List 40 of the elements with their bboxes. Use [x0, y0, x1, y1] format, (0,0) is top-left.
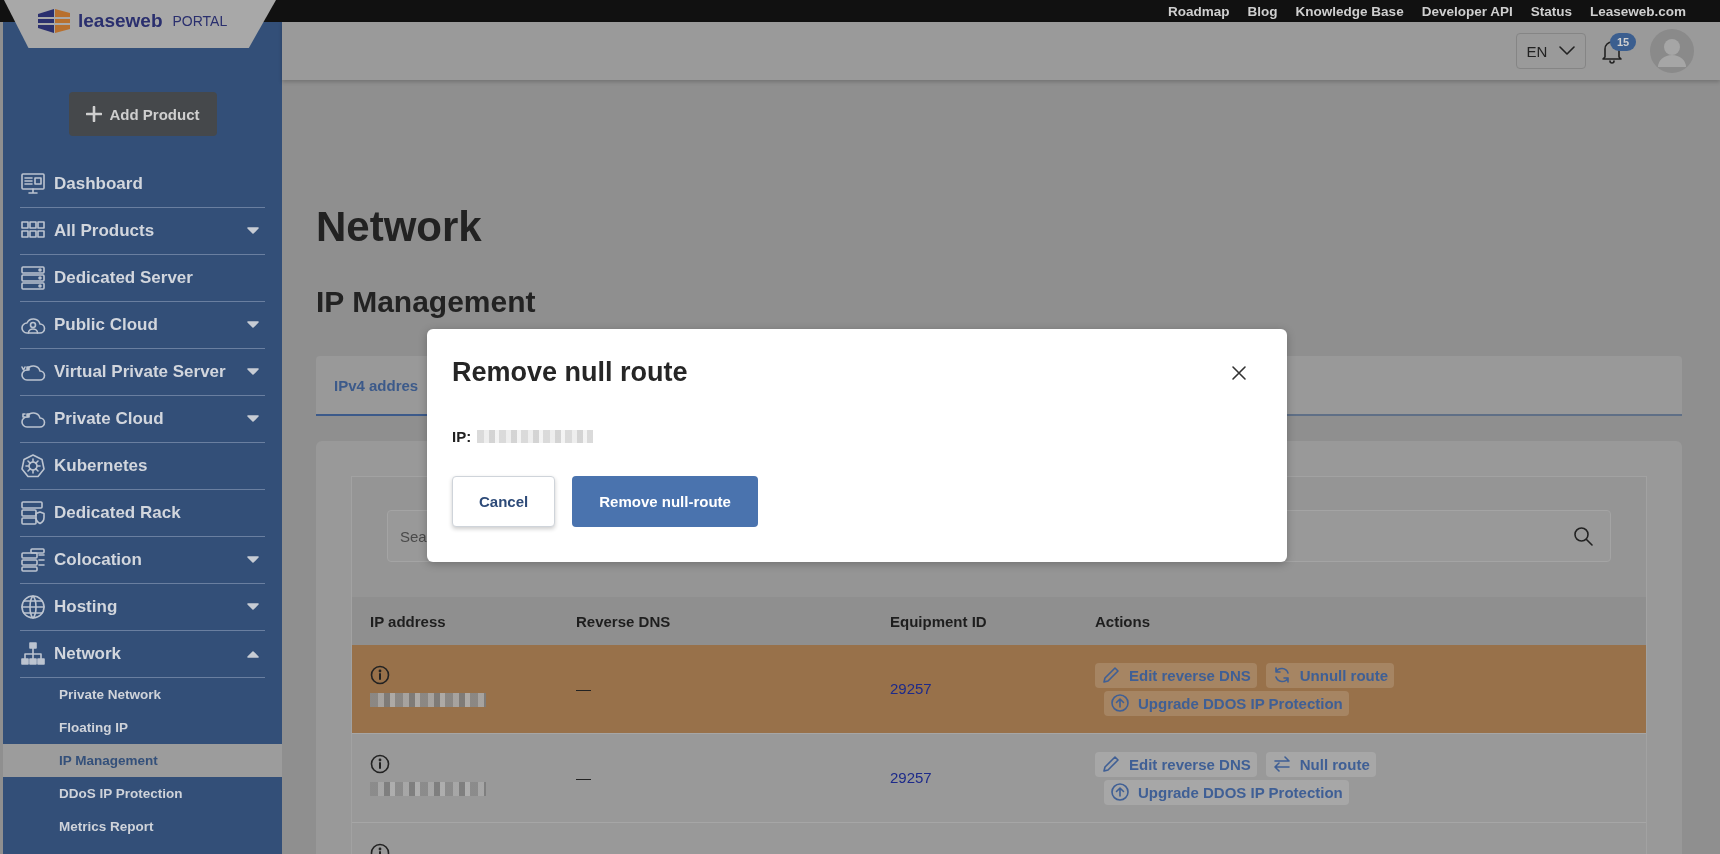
sidebar-item[interactable]: Public Cloud — [20, 302, 265, 349]
top-link[interactable]: Status — [1530, 3, 1572, 19]
sidebar-item[interactable]: Private Cloud — [20, 396, 265, 443]
sidebar-subitem[interactable]: Private Network — [3, 678, 282, 711]
column-header: Reverse DNS — [576, 612, 672, 630]
column-header: IP address — [370, 612, 447, 630]
sidebar-item[interactable]: Colocation — [20, 537, 265, 584]
remove-button[interactable]: Remove null-route — [572, 476, 758, 527]
add-product-button[interactable]: Add Product — [68, 92, 217, 136]
language-select[interactable]: EN — [1516, 33, 1586, 69]
top-link[interactable]: Roadmap — [1168, 3, 1230, 19]
ip-label: IP: — [452, 428, 472, 445]
page-subtitle: IP Management — [316, 284, 537, 320]
cancel-button[interactable]: Cancel — [452, 476, 556, 527]
table-cell: — — [576, 769, 591, 786]
sidebar-item[interactable]: Hosting — [20, 584, 265, 631]
sidebar-subitem[interactable]: Floating IP — [3, 711, 282, 744]
dialog-title: Remove null route — [452, 357, 688, 388]
column-header: Equipment ID — [890, 612, 988, 630]
top-link[interactable]: Developer API — [1421, 3, 1513, 19]
sidebar-item[interactable]: Dedicated Rack — [20, 490, 265, 537]
top-link[interactable]: Leaseweb.com — [1589, 3, 1686, 19]
page-title: Network — [316, 202, 483, 252]
table-cell: — — [576, 680, 591, 697]
logo-suffix: PORTAL — [172, 13, 228, 29]
sidebar-subitem[interactable]: IP Management — [3, 744, 282, 777]
sidebar-item[interactable]: Network — [20, 631, 265, 678]
column-header: Actions — [1095, 612, 1151, 630]
equipment-link[interactable]: 29257 — [890, 769, 932, 786]
top-link[interactable]: Blog — [1247, 3, 1278, 19]
sidebar-item[interactable]: Dashboard — [20, 161, 265, 208]
notification-badge: 15 — [1610, 33, 1637, 51]
sidebar-item[interactable]: Dedicated Server — [20, 255, 265, 302]
logo-text: leaseweb — [78, 10, 163, 32]
sidebar-item[interactable]: Kubernetes — [20, 443, 265, 490]
sidebar-item[interactable]: All Products — [20, 208, 265, 255]
top-link[interactable]: Knowledge Base — [1295, 3, 1404, 19]
sidebar-subitem[interactable]: DDoS IP Protection — [3, 777, 282, 810]
sidebar-item[interactable]: Virtual Private Server — [20, 349, 265, 396]
sidebar-subitem[interactable]: Metrics Report — [3, 810, 282, 843]
